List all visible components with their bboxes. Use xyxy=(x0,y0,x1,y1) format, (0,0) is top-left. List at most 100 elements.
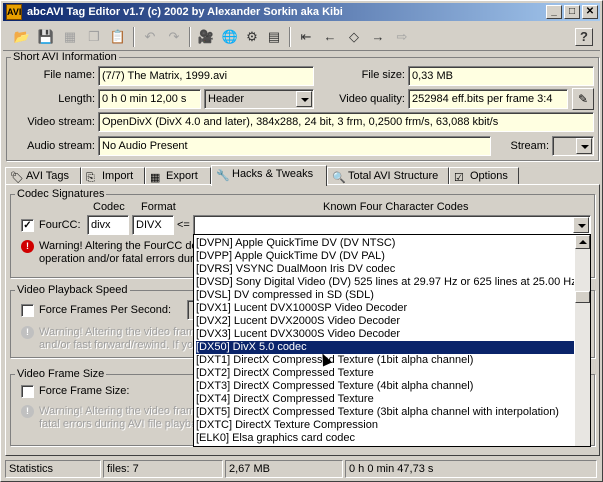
list-item[interactable]: [DXT2] DirectX Compressed Texture xyxy=(196,367,574,380)
video-stream-field[interactable]: OpenDivX (DivX 4.0 and later), 384x288, … xyxy=(98,112,594,132)
list-item[interactable]: [DXT3] DirectX Compressed Texture (4bit … xyxy=(196,380,574,393)
file-size-field[interactable]: 0,33 MB xyxy=(408,66,594,86)
list-item[interactable]: [DXTC] DirectX Texture Compression xyxy=(196,419,574,432)
force-frame-size-label: Force Frame Size: xyxy=(39,385,130,397)
list-item-selected[interactable]: [DX50] DivX 5.0 codec xyxy=(196,341,574,354)
chevron-down-icon[interactable] xyxy=(296,91,312,107)
tab-import[interactable]: ⎘ Import xyxy=(81,167,145,185)
chevron-down-icon[interactable] xyxy=(576,138,592,154)
list-item[interactable]: [DVPP] Apple QuickTime DV (DV PAL) xyxy=(196,250,574,263)
warning-icon: ! xyxy=(21,326,34,339)
file-size-label: File size: xyxy=(361,69,405,81)
scroll-up-button[interactable] xyxy=(575,235,590,249)
tab-export[interactable]: ▦ Export xyxy=(145,167,211,185)
tab-options[interactable]: ☑ Options xyxy=(449,167,519,185)
frame-size-title: Video Frame Size xyxy=(15,368,107,380)
scroll-thumb[interactable] xyxy=(575,291,590,303)
format-header: Format xyxy=(141,201,176,213)
copy-icon[interactable]: ❐ xyxy=(83,26,105,48)
window-title: abcAVI Tag Editor v1.7 (c) 2002 by Alexa… xyxy=(27,6,343,18)
maximize-button[interactable]: □ xyxy=(564,5,580,19)
globe-icon[interactable]: 🌐 xyxy=(219,26,241,48)
codec-header: Codec xyxy=(93,201,125,213)
tab-label: AVI Tags xyxy=(26,170,70,182)
tab-hacks-tweaks[interactable]: 🔧 Hacks & Tweaks xyxy=(211,165,327,186)
camera-icon[interactable]: 🎥 xyxy=(195,26,217,48)
save-all-icon[interactable]: ▦ xyxy=(59,26,81,48)
codec-signatures-title: Codec Signatures xyxy=(15,188,107,200)
stream-select[interactable] xyxy=(552,136,594,156)
app-icon[interactable]: AVI xyxy=(6,4,22,20)
fourcc-dropdown-list[interactable]: [DVPN] Apple QuickTime DV (DV NTSC) [DVP… xyxy=(193,234,591,447)
title-bar[interactable]: AVI abcAVI Tag Editor v1.7 (c) 2002 by A… xyxy=(3,3,600,21)
status-duration: 0 h 0 min 47,73 s xyxy=(345,460,597,478)
force-fps-label: Force Frames Per Second: xyxy=(39,304,172,316)
tab-label: Options xyxy=(470,170,508,182)
chevron-down-icon[interactable] xyxy=(573,217,589,233)
list-item[interactable]: [ELK0] Elsa graphics card codec xyxy=(196,432,574,445)
list-item[interactable]: [DVRS] VSYNC DualMoon Iris DV codec xyxy=(196,263,574,276)
audio-stream-field[interactable]: No Audio Present xyxy=(98,136,491,156)
codec-input[interactable]: divx xyxy=(87,215,129,235)
video-quality-label: Video quality: xyxy=(339,93,405,105)
codec-warning-line1: Warning! Altering the FourCC dec xyxy=(39,240,194,252)
save-icon[interactable]: 💾 xyxy=(35,26,57,48)
framesize-warning-line1: Warning! Altering the video frame xyxy=(39,405,194,417)
delete-icon[interactable]: ◇ xyxy=(343,26,365,48)
playback-warning-line2: and/or fast forward/rewind. If yo xyxy=(39,339,194,351)
status-size: 2,67 MB xyxy=(225,460,343,478)
close-button[interactable]: ✕ xyxy=(582,5,598,19)
chevron-up-icon xyxy=(579,240,587,244)
length-field[interactable]: 0 h 0 min 12,00 s xyxy=(98,89,201,109)
app-window: AVI abcAVI Tag Editor v1.7 (c) 2002 by A… xyxy=(0,0,603,482)
toolbar-separator xyxy=(289,27,291,47)
first-icon[interactable]: ⇤ xyxy=(295,26,317,48)
length-mode-select[interactable]: Header xyxy=(204,89,314,109)
paste-icon[interactable]: 📋 xyxy=(107,26,129,48)
next-icon[interactable]: → xyxy=(367,26,389,48)
force-frame-size-checkbox[interactable] xyxy=(21,385,34,398)
undo-icon[interactable]: ↶ xyxy=(139,26,161,48)
calculator-icon: ✎ xyxy=(577,92,589,106)
toolbar-separator xyxy=(189,27,191,47)
length-mode-value: Header xyxy=(208,93,245,105)
fourcc-checkbox[interactable]: ✓ xyxy=(21,219,34,232)
list-item[interactable]: [DVSD] Sony Digital Video (DV) 525 lines… xyxy=(196,276,574,289)
known-fourcc-select[interactable] xyxy=(193,215,591,235)
file-name-field[interactable]: (7/7) The Matrix, 1999.avi xyxy=(98,66,314,86)
list-item[interactable]: [DVPN] Apple QuickTime DV (DV NTSC) xyxy=(196,237,574,250)
tab-total-avi-structure[interactable]: 🔍 Total AVI Structure xyxy=(327,167,449,185)
settings-icon[interactable]: ⚙ xyxy=(241,26,263,48)
redo-icon[interactable]: ↷ xyxy=(163,26,185,48)
toolbar: 📂 💾 ▦ ❐ 📋 ↶ ↷ 🎥 🌐 ⚙ ▤ ⇤ ← ◇ → ⇨ ? xyxy=(3,23,600,51)
file-name-label: File name: xyxy=(43,69,95,81)
playback-speed-title: Video Playback Speed xyxy=(15,284,130,296)
video-quality-field[interactable]: 252984 eff.bits per frame 3:4 xyxy=(408,89,568,109)
known-fourcc-header: Known Four Character Codes xyxy=(323,201,469,213)
list-item[interactable]: [DVX1] Lucent DVX1000SP Video Decoder xyxy=(196,302,574,315)
list-item[interactable]: [DXT4] DirectX Compressed Texture xyxy=(196,393,574,406)
list-item[interactable]: [DVSL] DV compressed in SD (SDL) xyxy=(196,289,574,302)
help-button[interactable]: ? xyxy=(575,28,593,46)
quality-calc-button[interactable]: ✎ xyxy=(572,88,594,110)
list-item[interactable]: [DXT1] DirectX Compressed Texture (1bit … xyxy=(196,354,574,367)
codec-warning-line2: operation and/or fatal errors durin xyxy=(39,253,194,265)
audio-stream-label: Audio stream: xyxy=(27,140,95,152)
last-icon[interactable]: ⇨ xyxy=(391,26,413,48)
minimize-button[interactable]: _ xyxy=(546,5,562,19)
dropdown-scrollbar[interactable] xyxy=(575,235,590,446)
tab-avi-tags[interactable]: 🏷 AVI Tags xyxy=(5,167,81,185)
format-input[interactable]: DIVX xyxy=(132,215,174,235)
previous-icon[interactable]: ← xyxy=(319,26,341,48)
assign-arrow-label: <= xyxy=(177,219,190,231)
table-icon[interactable]: ▤ xyxy=(263,26,285,48)
list-item[interactable]: [DVX2] Lucent DVX2000S Video Decoder xyxy=(196,315,574,328)
open-folder-icon[interactable]: 📂 xyxy=(11,26,33,48)
force-fps-checkbox[interactable] xyxy=(21,304,34,317)
video-stream-label: Video stream: xyxy=(27,116,95,128)
list-item[interactable]: [DVX3] Lucent DVX3000S Video Decoder xyxy=(196,328,574,341)
warning-icon: ! xyxy=(21,240,34,253)
list-item[interactable]: [DXT5] DirectX Compressed Texture (3bit … xyxy=(196,406,574,419)
fourcc-label: FourCC: xyxy=(39,219,81,231)
length-label: Length: xyxy=(58,93,95,105)
